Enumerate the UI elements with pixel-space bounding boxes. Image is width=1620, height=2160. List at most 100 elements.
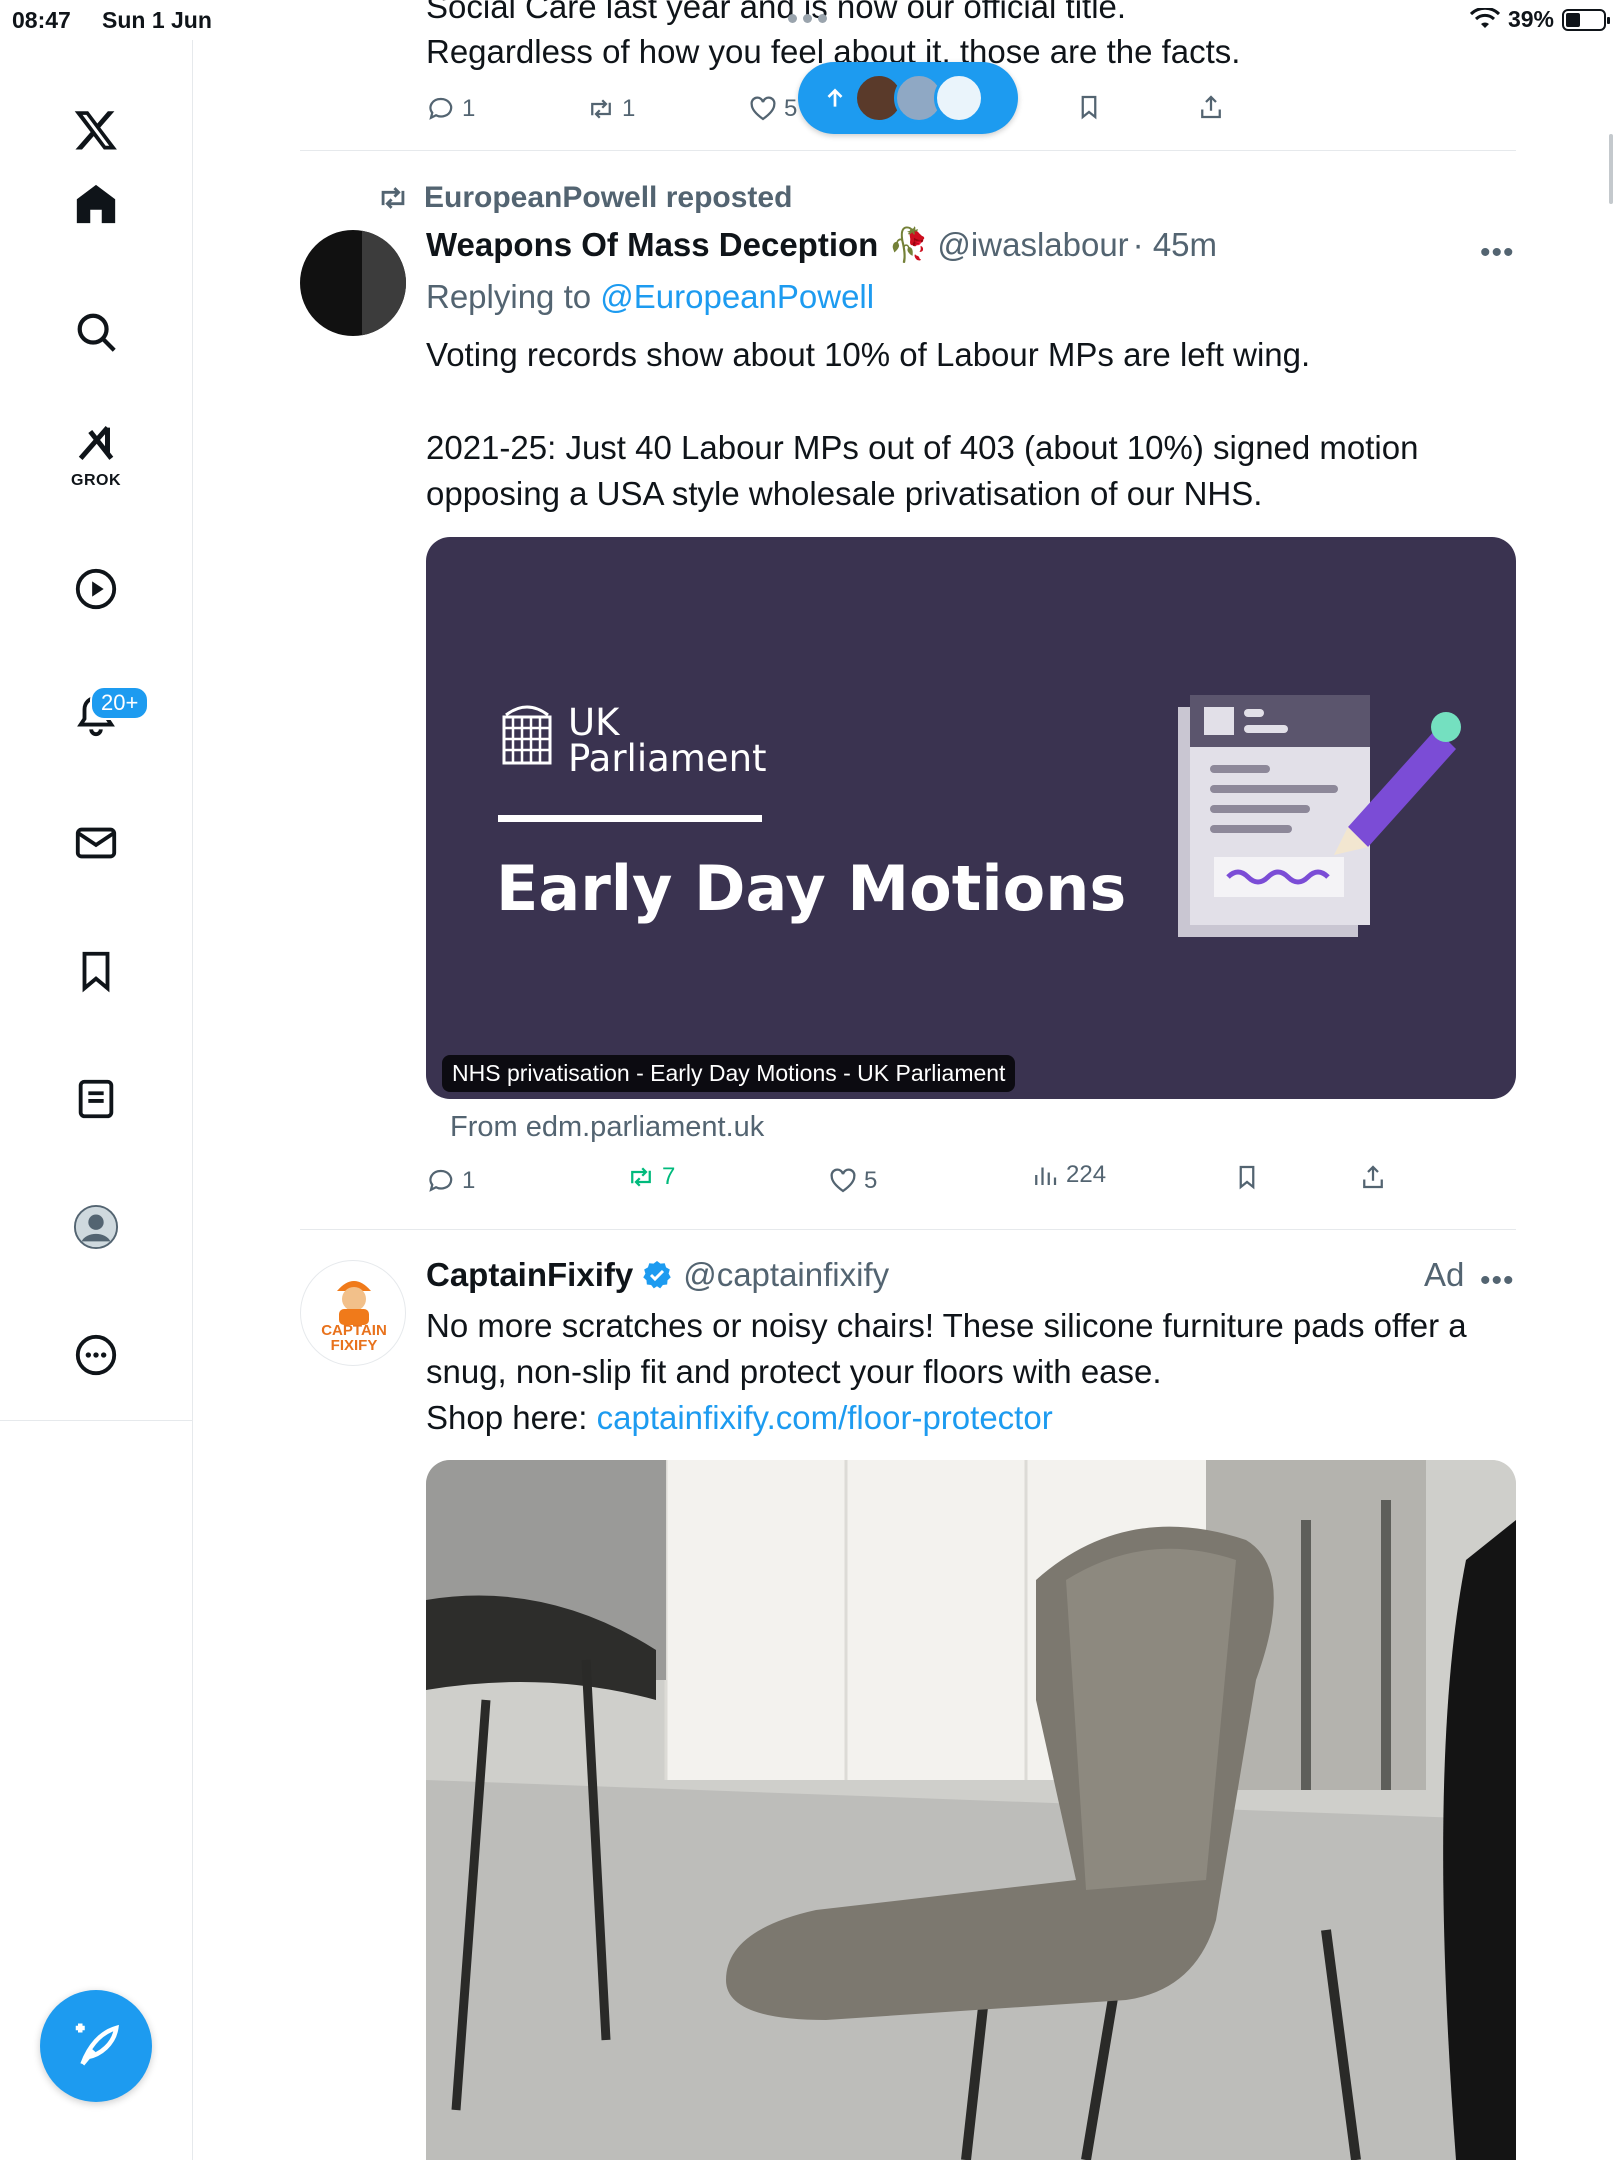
sidebar: GROK — [0, 40, 193, 1420]
card-brand: UK Parliament — [568, 701, 767, 780]
verified-badge-icon — [643, 1261, 671, 1289]
pill-avatar-3 — [934, 73, 984, 123]
author-handle[interactable]: @iwaslabour — [937, 222, 1128, 268]
heart-icon — [750, 96, 776, 121]
share-icon — [1201, 95, 1221, 119]
prev-bookmark-button[interactable] — [1074, 92, 1104, 122]
wifi-icon — [1469, 7, 1500, 28]
views-icon — [1035, 1167, 1057, 1185]
profile-icon[interactable] — [56, 1187, 136, 1267]
views-button[interactable]: 224 — [1030, 1160, 1106, 1190]
repost-by-text: EuropeanPowell reposted — [424, 181, 793, 214]
prev-repost-button[interactable]: 1 — [586, 94, 635, 124]
ad-shop-line: Shop here: captainfixify.com/floor-prote… — [426, 1395, 1053, 1441]
new-posts-pill[interactable] — [798, 62, 1018, 134]
bookmark-icon — [1239, 1165, 1255, 1190]
card-source[interactable]: From edm.parliament.uk — [450, 1104, 764, 1150]
portcullis-icon — [502, 705, 552, 765]
repost-indicator: EuropeanPowell reposted — [376, 181, 792, 215]
grok-label: GROK — [71, 472, 121, 489]
mascot-icon — [337, 1281, 371, 1325]
share-icon — [1363, 1165, 1383, 1189]
prev-share-button[interactable] — [1196, 92, 1226, 122]
play-icon[interactable] — [56, 549, 136, 629]
ad-more-button[interactable]: ••• — [1480, 1264, 1515, 1298]
advertiser-avatar[interactable]: CAPTAIN FIXIFY — [300, 1260, 406, 1366]
author-emoji: 🥀 — [888, 226, 930, 263]
replying-prefix: Replying to — [426, 278, 601, 315]
tweet-time[interactable]: · 45m — [1133, 222, 1217, 268]
tweet-body-line3: opposing a USA style wholesale privatisa… — [426, 475, 1263, 512]
repost-count: 7 — [662, 1163, 676, 1190]
prev-like-button[interactable]: 5 — [748, 94, 797, 124]
repost-icon — [591, 99, 611, 119]
author-name[interactable]: Weapons Of Mass Deception — [426, 222, 878, 268]
bookmark-icon[interactable] — [56, 931, 136, 1011]
replying-to: Replying to @EuropeanPowell — [426, 274, 874, 320]
notification-badge: 20+ — [90, 686, 150, 720]
tweet-body-line2: 2021-25: Just 40 Labour MPs out of 403 (… — [426, 429, 1419, 466]
prev-reply-count: 1 — [462, 95, 476, 122]
document-pencil-icon — [1178, 695, 1461, 937]
reply-icon — [429, 97, 453, 120]
mail-icon[interactable] — [56, 803, 136, 883]
heart-icon — [830, 1168, 856, 1193]
card-rule — [498, 815, 762, 822]
list-icon[interactable] — [56, 1059, 136, 1139]
author-avatar[interactable] — [300, 230, 406, 336]
chair-image — [426, 1460, 1516, 2160]
status-time: 08:47 — [12, 7, 71, 33]
compose-button[interactable] — [40, 1990, 152, 2102]
repost-icon — [381, 187, 405, 209]
prev-like-count: 5 — [784, 95, 798, 122]
reply-count: 1 — [462, 1167, 476, 1194]
like-count: 5 — [864, 1167, 878, 1194]
advertiser-name[interactable]: CaptainFixify — [426, 1252, 633, 1298]
home-icon[interactable] — [56, 164, 136, 244]
grok-icon[interactable]: GROK — [56, 416, 136, 496]
more-icon[interactable] — [56, 1315, 136, 1395]
advertiser-handle[interactable]: @captainfixify — [683, 1252, 889, 1298]
ad-video[interactable] — [426, 1460, 1516, 2160]
repost-button[interactable]: 7 — [626, 1162, 675, 1192]
window-drag-handle[interactable] — [788, 14, 827, 23]
battery-icon — [1562, 8, 1610, 31]
card-caption: NHS privatisation - Early Day Motions - … — [442, 1055, 1016, 1092]
tweet-body-line1: Voting records show about 10% of Labour … — [426, 336, 1311, 373]
ad-label: Ad — [1424, 1256, 1465, 1293]
ad-body-line1: No more scratches or noisy chairs! These… — [426, 1307, 1467, 1344]
ad-shop-prefix: Shop here: — [426, 1399, 597, 1436]
status-right: 39% — [1469, 6, 1610, 33]
prev-tweet-line1: Social Care last year and is now our off… — [426, 0, 1127, 25]
tweet-header: Weapons Of Mass Deception 🥀 @iwaslabour … — [426, 222, 1217, 268]
tweet-divider — [300, 1229, 1516, 1230]
search-icon[interactable] — [56, 292, 136, 372]
ad-shop-link[interactable]: captainfixify.com/floor-protector — [597, 1399, 1053, 1436]
sidebar-divider — [0, 1420, 193, 1421]
share-button[interactable] — [1358, 1162, 1388, 1192]
reply-button[interactable]: 1 — [426, 1166, 475, 1196]
views-count: 224 — [1066, 1161, 1107, 1188]
advertiser-logo-text: CAPTAIN FIXIFY — [321, 1322, 387, 1354]
status-date: Sun 1 Jun — [102, 7, 212, 33]
ad-body-line2: snug, non-slip fit and protect your floo… — [426, 1353, 1162, 1390]
replying-to-link[interactable]: @EuropeanPowell — [600, 278, 874, 315]
scroll-indicator[interactable] — [1609, 134, 1613, 204]
battery-percent: 39% — [1507, 6, 1554, 32]
tweet-divider — [300, 150, 1516, 151]
arrow-up-icon — [827, 88, 843, 107]
card-brand-line2: Parliament — [568, 737, 767, 780]
tweet-more-button[interactable]: ••• — [1480, 236, 1515, 270]
ad-header: CaptainFixify @captainfixify — [426, 1252, 889, 1298]
prev-repost-count: 1 — [622, 95, 636, 122]
card-heading: Early Day Motions — [496, 852, 1127, 925]
link-card[interactable]: UK Parliament Early Day Motions NHS priv… — [426, 537, 1516, 1099]
sidebar-border — [192, 1420, 193, 2160]
card-brand-line1: UK — [568, 701, 620, 744]
prev-reply-button[interactable]: 1 — [426, 94, 475, 124]
x-logo-icon[interactable] — [56, 90, 136, 170]
bookmark-button[interactable] — [1232, 1162, 1262, 1192]
reply-icon — [429, 1169, 453, 1192]
like-button[interactable]: 5 — [828, 1166, 877, 1196]
bookmark-icon — [1081, 95, 1097, 120]
